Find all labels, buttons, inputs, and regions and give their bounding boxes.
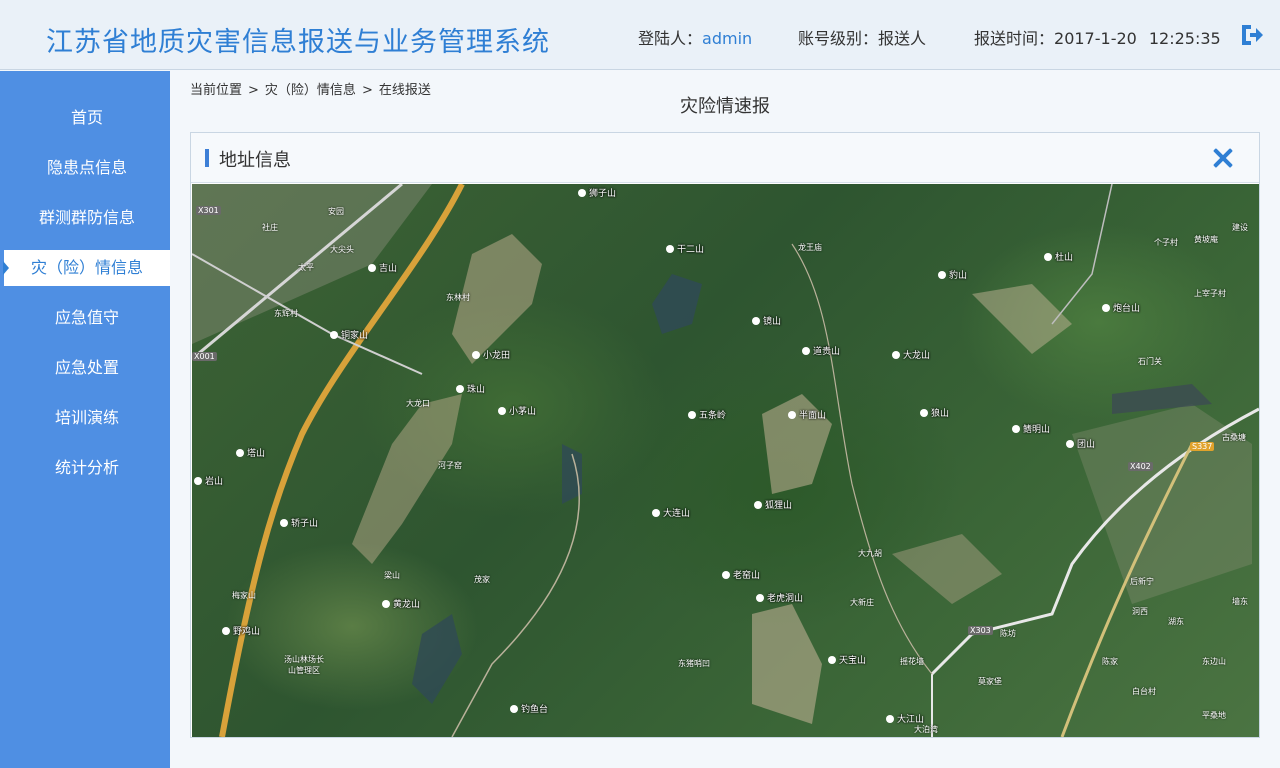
time-clock: 12:25:35	[1148, 29, 1221, 48]
logout-icon[interactable]	[1238, 22, 1264, 48]
sidebar-item-hazard-points[interactable]: 隐患点信息	[4, 150, 170, 186]
map-label: 个子村	[1154, 238, 1178, 247]
map-label: 道贵山	[802, 344, 840, 357]
map-label: 平桑地	[1202, 711, 1226, 720]
map-label: 摇花墙	[900, 657, 924, 666]
time-label: 报送时间：	[974, 29, 1055, 48]
sidebar-item-statistics[interactable]: 统计分析	[4, 450, 170, 486]
login-user-info: 登陆人：admin	[638, 25, 752, 49]
map-label: 建设	[1232, 223, 1248, 232]
map-label: 岩山	[194, 474, 223, 487]
map-label: 吉山	[368, 261, 397, 274]
map-label: 安园	[328, 207, 344, 216]
panel-title: 地址信息	[219, 150, 291, 171]
level-label: 账号级别：	[798, 29, 879, 48]
map-label: 天宝山	[828, 653, 866, 666]
sidebar-item-training[interactable]: 培训演练	[4, 400, 170, 436]
map-label: 钓鱼台	[510, 702, 548, 715]
map-label: 狼山	[920, 406, 949, 419]
map-label: 大连山	[652, 506, 690, 519]
map-label: 东边山	[1202, 657, 1226, 666]
map-label: 杜山	[1044, 250, 1073, 263]
map-label: 黄坡庵	[1194, 235, 1218, 244]
sidebar-nav: 首页 隐患点信息 群测群防信息 灾（险）情信息 应急值守 应急处置 培训演练 统…	[0, 71, 170, 768]
map-label: 老窑山	[722, 568, 760, 581]
map-label: 白台村	[1132, 687, 1156, 696]
map-label: 河子窑	[438, 461, 462, 470]
map-label: 小茅山	[498, 404, 536, 417]
map-label: 大九胡	[858, 549, 882, 558]
page-title: 灾险情速报	[680, 96, 770, 117]
map-label: 大新庄	[850, 598, 874, 607]
sidebar-item-group-monitoring[interactable]: 群测群防信息	[4, 200, 170, 236]
map-label: 龙王庙	[798, 243, 822, 252]
map-label: 黄龙山	[382, 597, 420, 610]
map-label: 太平	[298, 263, 314, 272]
map-label: 五条岭	[688, 408, 726, 421]
map-label: 半面山	[788, 408, 826, 421]
map-label: 莫家堡	[978, 677, 1002, 686]
map-label: 鳍明山	[1012, 422, 1050, 435]
map-label: 团山	[1066, 437, 1095, 450]
map-roads	[192, 184, 1259, 737]
map-label: 老虎洞山	[756, 591, 803, 604]
map-label: 狮子山	[578, 186, 616, 199]
map-label: 古桑塘	[1222, 433, 1246, 442]
map-label: 汤山林场长	[284, 655, 324, 664]
map-label: 陈家	[1102, 657, 1118, 666]
app-header: 江苏省地质灾害信息报送与业务管理系统 登陆人：admin 账号级别：报送人 报送…	[0, 0, 1280, 70]
map-label: 山管理区	[288, 666, 320, 675]
sidebar-item-home[interactable]: 首页	[4, 100, 170, 136]
map-label: 炮台山	[1102, 301, 1140, 314]
map-label: 东猪哨凹	[678, 659, 710, 668]
login-user: admin	[702, 29, 753, 48]
map-label: 铜家山	[330, 328, 368, 341]
map-label: 梁山	[384, 571, 400, 580]
map-label: 墙东	[1232, 597, 1248, 606]
map-label: 石门关	[1138, 357, 1162, 366]
map-label: 大龙山	[892, 348, 930, 361]
satellite-map[interactable]: 狮子山 干二山 龙王庙 豹山 杜山 黄坡庵 建设 个子村 上宰子村 炮台山 安园…	[192, 184, 1259, 737]
map-label: 上宰子村	[1194, 289, 1226, 298]
map-label: 茂家	[474, 575, 490, 584]
map-label: 塔山	[236, 446, 265, 459]
map-label: 东辉村	[274, 309, 298, 318]
map-label: 梅家山	[232, 591, 256, 600]
map-label: 后新宁	[1130, 577, 1154, 586]
map-label: 珠山	[456, 382, 485, 395]
time-date: 2017-1-20	[1054, 29, 1137, 48]
map-label: 陈坊	[1000, 629, 1016, 638]
road-shield: X001	[192, 352, 217, 361]
map-label: 大尖头	[330, 245, 354, 254]
map-label: 社庄	[262, 223, 278, 232]
road-shield: X301	[196, 206, 221, 215]
map-label: 狐狸山	[754, 498, 792, 511]
report-time-info: 报送时间：2017-1-20 12:25:35	[974, 25, 1221, 49]
road-shield: S337	[1190, 442, 1215, 451]
panel-header: 地址信息	[191, 133, 1259, 183]
level-value: 报送人	[878, 29, 927, 48]
map-label: 轿子山	[280, 516, 318, 529]
system-title: 江苏省地质灾害信息报送与业务管理系统	[46, 27, 550, 58]
sidebar-item-emergency-duty[interactable]: 应急值守	[4, 300, 170, 336]
map-label: 大龙口	[406, 399, 430, 408]
title-accent-bar	[205, 149, 209, 167]
address-info-panel: 地址信息 狮子山 干二山 龙王庙 豹山 杜山 黄坡庵 建设 个子村 上宰子村 炮…	[190, 132, 1260, 738]
map-label: 洞西	[1132, 607, 1148, 616]
road-shield: X402	[1128, 462, 1153, 471]
close-icon[interactable]	[1213, 148, 1233, 168]
map-label: 豹山	[938, 268, 967, 281]
map-label: 湖东	[1168, 617, 1184, 626]
road-shield: X303	[968, 626, 993, 635]
map-label: 东林村	[446, 293, 470, 302]
map-label: 小龙田	[472, 348, 510, 361]
account-level-info: 账号级别：报送人	[798, 25, 926, 49]
map-label: 镜山	[752, 314, 781, 327]
login-label: 登陆人：	[638, 29, 703, 48]
map-label: 大泊湾	[914, 725, 938, 734]
sidebar-item-disaster-info[interactable]: 灾（险）情信息	[3, 250, 170, 286]
map-label: 野鸡山	[222, 624, 260, 637]
sidebar-item-emergency-response[interactable]: 应急处置	[4, 350, 170, 386]
map-label: 干二山	[666, 242, 704, 255]
